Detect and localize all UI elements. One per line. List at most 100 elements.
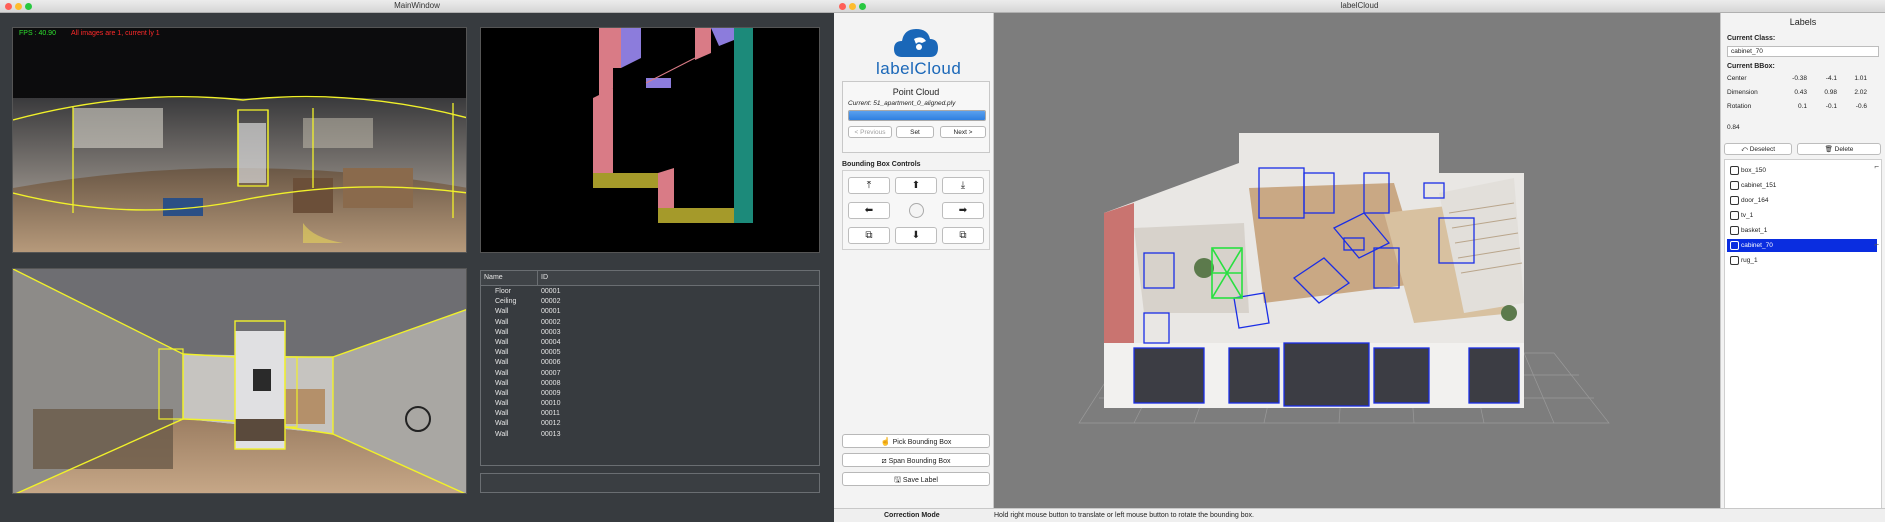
cube-icon bbox=[1730, 181, 1739, 190]
cell-id: 00012 bbox=[541, 420, 561, 428]
cell-name: Wall bbox=[495, 359, 509, 367]
deselect-icon: ⤺ bbox=[1740, 146, 1750, 153]
move-forward-button[interactable]: ⬆ bbox=[895, 177, 937, 194]
scroll-up-icon[interactable]: ⌐ bbox=[1874, 162, 1879, 171]
save-icon: 🖫 bbox=[894, 475, 901, 484]
main-window-titlebar: MainWindow bbox=[0, 0, 834, 13]
status-bar: Correction Mode Hold right mouse button … bbox=[834, 508, 1885, 522]
table-row[interactable]: Wall 00011 bbox=[481, 410, 819, 420]
table-row[interactable]: Wall 00013 bbox=[481, 431, 819, 441]
panorama-image bbox=[13, 28, 466, 252]
rotation-extra-field[interactable]: 0.84 bbox=[1727, 124, 1740, 131]
table-row[interactable]: Wall 00009 bbox=[481, 390, 819, 400]
delete-label: Delete bbox=[1834, 146, 1854, 153]
list-item-selected[interactable]: cabinet_70 bbox=[1727, 239, 1877, 252]
rotate-left-button[interactable]: ⧉ bbox=[848, 227, 890, 244]
table-row[interactable]: Wall 00001 bbox=[481, 308, 819, 318]
list-item[interactable]: door_164 bbox=[1727, 194, 1877, 207]
table-row[interactable]: Wall 00007 bbox=[481, 370, 819, 380]
cell-id: 00001 bbox=[541, 308, 561, 316]
rotation-z-field[interactable]: -0.6 bbox=[1845, 103, 1867, 110]
cell-name: Wall bbox=[495, 420, 509, 428]
cube-icon bbox=[1730, 226, 1739, 235]
move-left-button[interactable]: ⬅ bbox=[848, 202, 890, 219]
list-item[interactable]: cabinet_151 bbox=[1727, 179, 1877, 192]
delete-button[interactable]: 🗑 Delete bbox=[1797, 143, 1881, 155]
previous-button[interactable]: < Previous bbox=[848, 126, 892, 138]
point-cloud-viewport[interactable] bbox=[994, 13, 1720, 515]
center-x-field[interactable]: -0.38 bbox=[1785, 75, 1807, 82]
rotation-x-field[interactable]: 0.1 bbox=[1785, 103, 1807, 110]
rotate-right-button[interactable]: ⧉ bbox=[942, 227, 984, 244]
fps-readout: FPS : 40.90 bbox=[19, 30, 56, 37]
save-label-text: Save Label bbox=[902, 477, 938, 484]
rotation-y-field[interactable]: -0.1 bbox=[1815, 103, 1837, 110]
logo-text: labelCloud bbox=[876, 59, 962, 78]
cell-name: Wall bbox=[495, 389, 509, 397]
list-item-label: door_164 bbox=[1741, 197, 1769, 204]
cell-id: 00011 bbox=[541, 410, 560, 418]
table-row[interactable]: Wall 00004 bbox=[481, 339, 819, 349]
save-label-button[interactable]: 🖫 Save Label bbox=[842, 472, 990, 486]
table-row[interactable]: Wall 00005 bbox=[481, 349, 819, 359]
span-bbox-button[interactable]: ⧄ Span Bounding Box bbox=[842, 453, 990, 467]
point-cloud-render bbox=[1078, 133, 1610, 424]
deselect-button[interactable]: ⤺ Deselect bbox=[1724, 143, 1792, 155]
cube-icon bbox=[1730, 256, 1739, 265]
dimension-y-field[interactable]: 0.98 bbox=[1815, 89, 1837, 96]
layout-table[interactable]: Name ID Floor 00001 Ceiling 00002 Wall 0000… bbox=[480, 270, 820, 466]
cell-name: Wall bbox=[495, 328, 509, 336]
dial-icon bbox=[908, 203, 924, 218]
table-header: Name ID bbox=[481, 271, 819, 286]
list-item[interactable]: tv_1 bbox=[1727, 209, 1877, 222]
table-row[interactable]: Wall 00002 bbox=[481, 319, 819, 329]
table-row[interactable]: Wall 00012 bbox=[481, 420, 819, 430]
window-title: MainWindow bbox=[394, 1, 440, 10]
move-down-z-button[interactable]: ⤓ bbox=[942, 177, 984, 194]
current-class-input[interactable]: cabinet_70 bbox=[1727, 46, 1879, 57]
move-up-z-button[interactable]: ⤒ bbox=[848, 177, 890, 194]
detail-field[interactable] bbox=[480, 473, 820, 493]
pick-bbox-button[interactable]: ☝ Pick Bounding Box bbox=[842, 434, 990, 448]
move-right-button[interactable]: ➡ bbox=[942, 202, 984, 219]
dimension-x-field[interactable]: 0.43 bbox=[1785, 89, 1807, 96]
cell-name: Wall bbox=[495, 338, 509, 346]
list-item[interactable]: box_150 bbox=[1727, 164, 1877, 177]
span-icon: ⧄ bbox=[881, 456, 887, 465]
cell-name: Wall bbox=[495, 369, 509, 377]
set-button[interactable]: Set bbox=[896, 126, 934, 138]
panorama-view[interactable]: FPS : 40.90 All images are 1, current ly… bbox=[12, 27, 467, 253]
list-item[interactable]: basket_1 bbox=[1727, 224, 1877, 237]
main-window: MainWindow FPS: 40.90 All images are 1,… bbox=[0, 0, 834, 522]
center-y-field[interactable]: -4.1 bbox=[1815, 75, 1837, 82]
cell-name: Wall bbox=[495, 308, 509, 316]
dimension-row: Dimension 0.43 0.98 2.02 bbox=[1727, 89, 1882, 101]
cell-id: 00008 bbox=[541, 379, 561, 387]
table-row[interactable]: Floor 00001 bbox=[481, 288, 819, 298]
center-label: Center bbox=[1727, 75, 1747, 82]
column-header-id[interactable]: ID bbox=[541, 274, 548, 281]
rotation-dial[interactable] bbox=[895, 202, 937, 219]
perspective-view[interactable] bbox=[12, 268, 467, 494]
pick-bbox-label: Pick Bounding Box bbox=[892, 439, 952, 446]
bbox-controls-title: Bounding Box Controls bbox=[842, 161, 921, 168]
labels-list[interactable]: box_150 cabinet_151 door_164 tv_1 basket… bbox=[1724, 159, 1882, 511]
layout-topdown-view[interactable] bbox=[480, 27, 820, 253]
scroll-down-icon[interactable]: ⌐ bbox=[1874, 240, 1879, 249]
cell-name: Wall bbox=[495, 379, 509, 387]
table-row[interactable]: Wall 00003 bbox=[481, 329, 819, 339]
cell-id: 00007 bbox=[541, 369, 561, 377]
next-button[interactable]: Next > bbox=[940, 126, 986, 138]
move-backward-button[interactable]: ⬇ bbox=[895, 227, 937, 244]
table-row[interactable]: Wall 00010 bbox=[481, 400, 819, 410]
column-header-name[interactable]: Name bbox=[484, 274, 503, 281]
dimension-z-field[interactable]: 2.02 bbox=[1845, 89, 1867, 96]
center-z-field[interactable]: 1.01 bbox=[1845, 75, 1867, 82]
table-row[interactable]: Wall 00008 bbox=[481, 380, 819, 390]
progress-bar bbox=[848, 110, 986, 121]
list-item[interactable]: rug_1 bbox=[1727, 254, 1877, 267]
table-row[interactable]: Ceiling 00002 bbox=[481, 298, 819, 308]
table-row[interactable]: Wall 00006 bbox=[481, 359, 819, 369]
labelcloud-window: labelCloud labelCloud Point Cloud Curren… bbox=[834, 0, 1885, 522]
list-item-label: cabinet_151 bbox=[1741, 182, 1777, 189]
